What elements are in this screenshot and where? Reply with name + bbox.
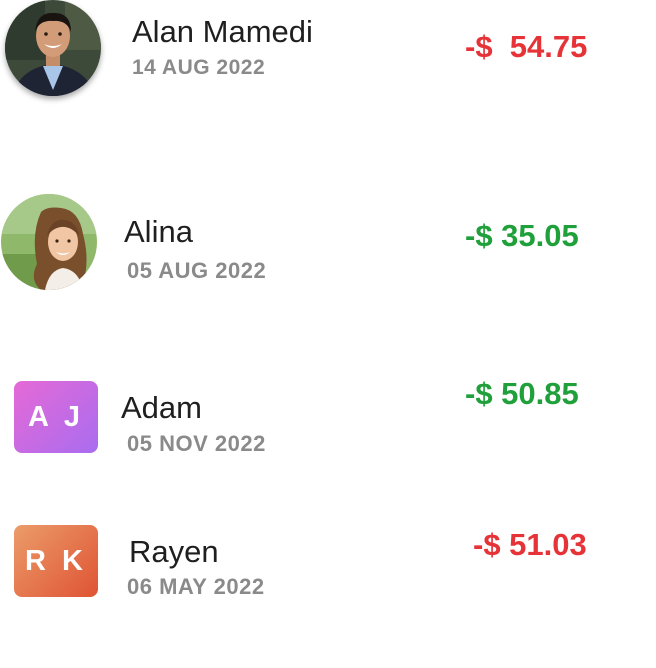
contact-name: Rayen <box>129 534 219 569</box>
avatar-photo <box>5 0 101 96</box>
transaction-date: 14 AUG 2022 <box>132 56 266 79</box>
contact-name: Alina <box>124 214 193 249</box>
transaction-date: 06 MAY 2022 <box>127 574 265 599</box>
transaction-date: 05 AUG 2022 <box>127 258 267 283</box>
transaction-date: 05 NOV 2022 <box>127 431 266 456</box>
transaction-row[interactable]: R K Rayen 06 MAY 2022 -$ 51.03 <box>0 515 656 615</box>
contact-name: Alan Mamedi <box>132 14 313 49</box>
transaction-row[interactable]: Alan Mamedi 14 AUG 2022 -$ 54.75 <box>0 0 656 110</box>
transaction-amount: -$ 54.75 <box>465 29 588 64</box>
avatar-initials: R K <box>14 525 98 597</box>
avatar-photo <box>1 194 97 290</box>
girl-portrait-icon <box>1 194 97 290</box>
man-portrait-icon <box>5 0 101 96</box>
transaction-row[interactable]: Alina 05 AUG 2022 -$ 35.05 <box>0 190 656 300</box>
contact-name: Adam <box>121 390 202 425</box>
transaction-amount: -$ 50.85 <box>465 376 579 411</box>
transaction-row[interactable]: A J Adam 05 NOV 2022 -$ 50.85 <box>0 370 656 470</box>
avatar-initials: A J <box>14 381 98 453</box>
transaction-amount: -$ 51.03 <box>473 527 587 562</box>
transaction-amount: -$ 35.05 <box>465 218 579 253</box>
